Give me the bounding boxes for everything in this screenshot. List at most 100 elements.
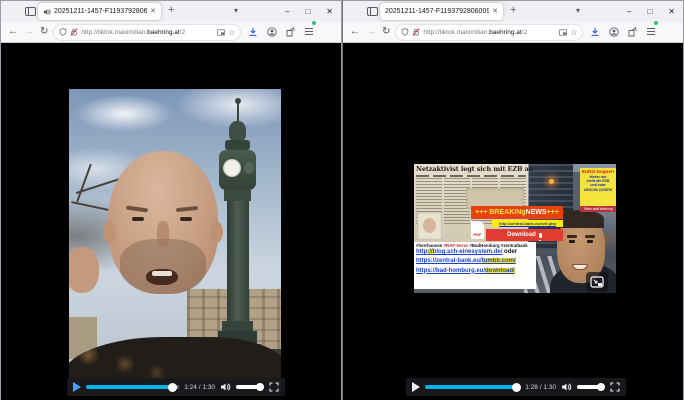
titlebar: 20251211-1457-F1193792806009277 ✕ + ▾ – … xyxy=(343,1,683,22)
video-left[interactable] xyxy=(69,89,281,396)
tree-branch xyxy=(71,201,109,211)
new-tab-button[interactable]: + xyxy=(168,4,174,16)
link-blog[interactable]: http://blog.sch-einesystem.de/ oder xyxy=(416,248,534,257)
seek-handle[interactable] xyxy=(512,383,521,392)
euro-box-title: EURO-Gegner! xyxy=(580,169,616,175)
volume-handle[interactable] xyxy=(256,383,264,391)
link-badhomburg[interactable]: https://bad-homburg.eu/download/ xyxy=(416,267,534,276)
breaking-news-banner: +++ BREAKINg NEWS +++ xyxy=(471,206,563,219)
nose xyxy=(157,221,169,247)
firefox-view-icon[interactable] xyxy=(25,7,36,16)
tree-branch xyxy=(76,164,92,202)
play-button[interactable] xyxy=(412,382,420,392)
euro-gegner-box: EURO-Gegner! Hinter mir steht die EZB un… xyxy=(580,168,616,206)
back-button[interactable]: ← xyxy=(8,27,18,37)
pdf-icon: PDF xyxy=(471,221,484,239)
tab-audio-icon[interactable] xyxy=(43,8,51,16)
url-text: http://tiktok.maximilian.baehring.at/2 xyxy=(423,29,556,36)
eyebrow xyxy=(176,206,198,212)
clock-tower-lantern xyxy=(229,121,246,141)
url-bar[interactable]: http://tiktok.maximilian.baehring.at/2 ☆ xyxy=(396,25,582,40)
forward-button[interactable]: → xyxy=(24,27,34,37)
seek-bar[interactable] xyxy=(425,385,520,389)
url-bar[interactable]: http://tiktok.maximilian.baehring.at/2 ☆ xyxy=(54,25,240,40)
downloads-icon[interactable] xyxy=(248,27,258,37)
tab-close-icon[interactable]: ✕ xyxy=(150,8,156,15)
video-page[interactable]: 1:24 / 1:30 xyxy=(1,43,341,400)
forward-button[interactable]: → xyxy=(366,27,376,37)
maximize-button[interactable]: □ xyxy=(647,8,652,16)
share-icon[interactable] xyxy=(286,27,295,37)
seek-bar[interactable] xyxy=(86,385,179,389)
download-button[interactable]: Download xyxy=(486,229,563,241)
navigation-toolbar: ← → ↻ http://tiktok.maximilian.baehring.… xyxy=(1,22,341,43)
fullscreen-icon[interactable] xyxy=(269,382,279,392)
insecure-lock-icon[interactable] xyxy=(70,28,78,36)
volume-slider[interactable] xyxy=(577,385,605,389)
eye xyxy=(587,240,593,243)
new-tab-button[interactable]: + xyxy=(510,4,516,16)
tab-close-icon[interactable]: ✕ xyxy=(492,8,498,15)
screen: 20251211-1457-F1193792806009277 ✕ + ▾ – … xyxy=(0,0,684,400)
eyebrow xyxy=(585,235,595,238)
eye xyxy=(132,217,144,221)
firefox-view-icon[interactable] xyxy=(367,7,378,16)
play-button[interactable] xyxy=(73,382,81,392)
clock-face xyxy=(223,159,241,177)
tab-overflow-icon[interactable]: ▾ xyxy=(234,6,238,15)
tab[interactable]: 20251211-1457-F1193792806009277 ✕ xyxy=(38,3,161,20)
shield-icon[interactable] xyxy=(59,28,67,36)
eye xyxy=(180,217,192,221)
volume-icon[interactable] xyxy=(561,382,572,392)
pip-page-action-icon[interactable] xyxy=(559,29,567,36)
menu-button[interactable] xyxy=(646,23,656,41)
video-page[interactable]: Netzaktivist legt sich mit EZB an EURO-G… xyxy=(343,43,683,400)
time-display: 1:24 / 1:30 xyxy=(184,384,215,391)
mini-link[interactable]: http://zentral-bank.eu/self.php xyxy=(492,220,563,227)
video-right[interactable]: Netzaktivist legt sich mit EZB an EURO-G… xyxy=(414,164,616,293)
tower-light xyxy=(549,179,554,184)
insecure-lock-icon[interactable] xyxy=(412,28,420,36)
picture-in-picture-button[interactable] xyxy=(586,272,608,292)
menu-button[interactable] xyxy=(304,23,314,41)
volume-level xyxy=(577,385,601,389)
tab[interactable]: 20251211-1457-F1193792806009277 ✕ xyxy=(380,3,503,20)
back-button[interactable]: ← xyxy=(350,27,360,37)
volume-handle[interactable] xyxy=(597,383,605,391)
volume-icon[interactable] xyxy=(220,382,231,392)
bookmark-star-icon[interactable]: ☆ xyxy=(228,28,235,37)
fullscreen-icon[interactable] xyxy=(610,382,620,392)
video-controls: 1:24 / 1:30 xyxy=(67,378,285,396)
bookmark-star-icon[interactable]: ☆ xyxy=(570,28,577,37)
hamburger-menu-icon xyxy=(646,27,656,36)
link-zentralbank[interactable]: https://zentral-bank.eu/tumblr.com/ xyxy=(416,257,534,266)
pip-page-action-icon[interactable] xyxy=(217,29,225,36)
clock-tower-ornament xyxy=(235,98,241,104)
tab-overflow-icon[interactable]: ▾ xyxy=(576,6,580,15)
hamburger-menu-icon xyxy=(304,27,314,36)
minimize-button[interactable]: – xyxy=(285,8,289,16)
maximize-button[interactable]: □ xyxy=(305,8,310,16)
shield-icon[interactable] xyxy=(401,28,409,36)
ear xyxy=(103,221,116,243)
account-icon[interactable] xyxy=(267,27,277,37)
seek-handle[interactable] xyxy=(168,383,177,392)
titlebar: 20251211-1457-F1193792806009277 ✕ + ▾ – … xyxy=(1,1,341,22)
reload-button[interactable]: ↻ xyxy=(382,27,390,37)
minimize-button[interactable]: – xyxy=(627,8,631,16)
newspaper-photo xyxy=(417,212,442,240)
volume-slider[interactable] xyxy=(236,385,264,389)
close-button[interactable]: ✕ xyxy=(326,8,333,16)
eyebrow xyxy=(126,205,148,212)
share-icon[interactable] xyxy=(628,27,637,37)
seek-progress xyxy=(86,385,173,389)
close-button[interactable]: ✕ xyxy=(668,8,675,16)
clock-tower-column xyxy=(227,201,249,323)
eye xyxy=(569,240,575,243)
microphone-icon xyxy=(539,233,542,238)
account-icon[interactable] xyxy=(609,27,619,37)
reload-button[interactable]: ↻ xyxy=(40,27,48,37)
toolbar-buttons xyxy=(590,23,656,41)
eyebrow xyxy=(567,235,577,238)
downloads-icon[interactable] xyxy=(590,27,600,37)
